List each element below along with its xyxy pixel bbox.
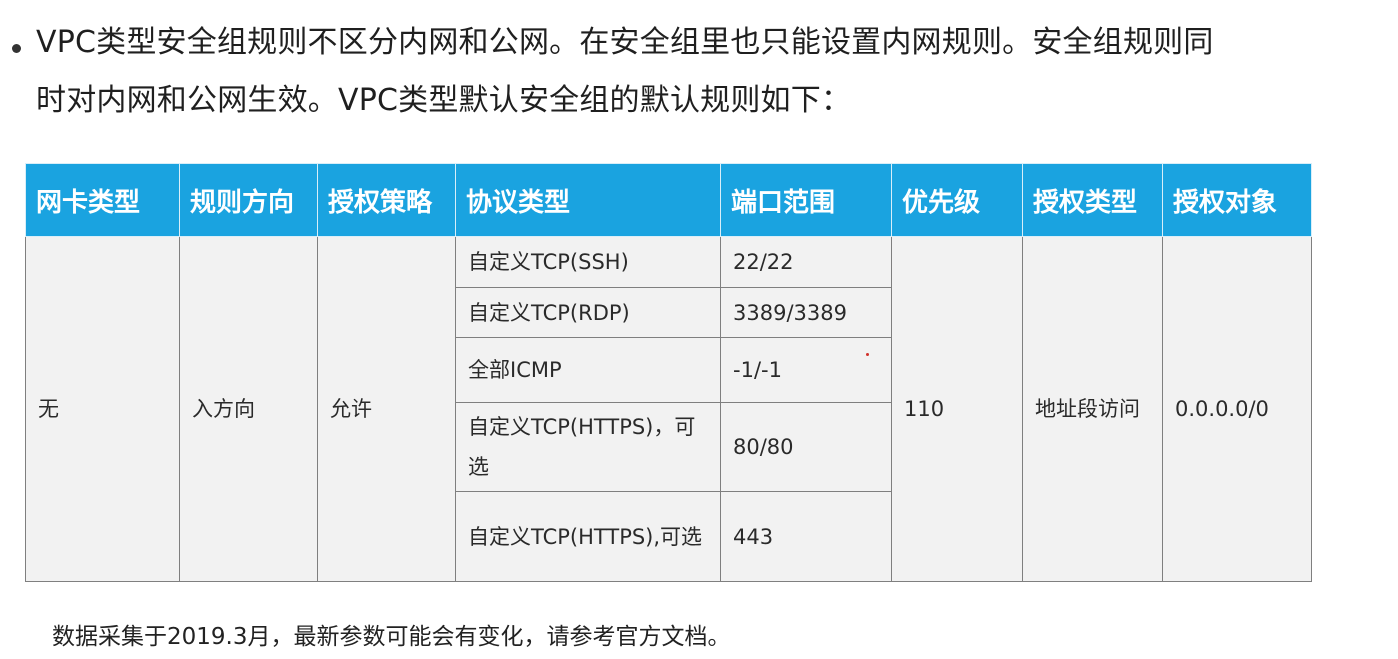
bullet-dot-icon bbox=[12, 44, 21, 53]
cell-protocol: 自定义TCP(HTTPS)，可选 bbox=[455, 402, 721, 492]
header-priority: 优先级 bbox=[891, 163, 1023, 237]
cell-protocol: 自定义TCP(SSH) bbox=[455, 236, 721, 288]
cell-protocol: 自定义TCP(RDP) bbox=[455, 287, 721, 338]
cell-policy: 允许 bbox=[317, 236, 456, 582]
cell-port: 22/22 bbox=[720, 236, 892, 288]
cell-protocol: 自定义TCP(HTTPS),可选 bbox=[455, 491, 721, 582]
cell-nic-type: 无 bbox=[25, 236, 180, 582]
intro-line-1: VPC类型安全组规则不区分内网和公网。在安全组里也只能设置内网规则。安全组规则同 bbox=[36, 25, 1214, 60]
cell-direction: 入方向 bbox=[179, 236, 318, 582]
cell-auth-type: 地址段访问 bbox=[1022, 236, 1163, 582]
table-row: 无 入方向 允许 自定义TCP(SSH) 22/22 110 地址段访问 0.0… bbox=[25, 236, 1312, 582]
cell-port: 443 bbox=[720, 491, 892, 582]
data-source-footnote: 数据采集于2019.3月，最新参数可能会有变化，请参考官方文档。 bbox=[52, 624, 731, 650]
cell-port: -1/-1 bbox=[720, 337, 892, 403]
header-port-range: 端口范围 bbox=[720, 163, 892, 237]
header-auth-type: 授权类型 bbox=[1022, 163, 1163, 237]
header-nic-type: 网卡类型 bbox=[25, 163, 180, 237]
header-auth-object: 授权对象 bbox=[1162, 163, 1312, 237]
intro-paragraph: VPC类型安全组规则不区分内网和公网。在安全组里也只能设置内网规则。安全组规则同… bbox=[36, 14, 1366, 130]
table-header-row: 网卡类型 规则方向 授权策略 协议类型 端口范围 优先级 授权类型 授权对象 bbox=[25, 163, 1312, 237]
cell-protocol: 全部ICMP bbox=[455, 337, 721, 403]
red-marker-dot bbox=[866, 353, 869, 356]
header-direction: 规则方向 bbox=[179, 163, 318, 237]
cell-port: 3389/3389 bbox=[720, 287, 892, 338]
cell-port: 80/80 bbox=[720, 402, 892, 492]
security-group-rules-table: 网卡类型 规则方向 授权策略 协议类型 端口范围 优先级 授权类型 授权对象 无… bbox=[25, 163, 1312, 582]
header-protocol: 协议类型 bbox=[455, 163, 721, 237]
intro-line-2: 时对内网和公网生效。VPC类型默认安全组的默认规则如下： bbox=[36, 83, 852, 118]
header-policy: 授权策略 bbox=[317, 163, 456, 237]
cell-auth-object: 0.0.0.0/0 bbox=[1162, 236, 1312, 582]
cell-priority: 110 bbox=[891, 236, 1023, 582]
